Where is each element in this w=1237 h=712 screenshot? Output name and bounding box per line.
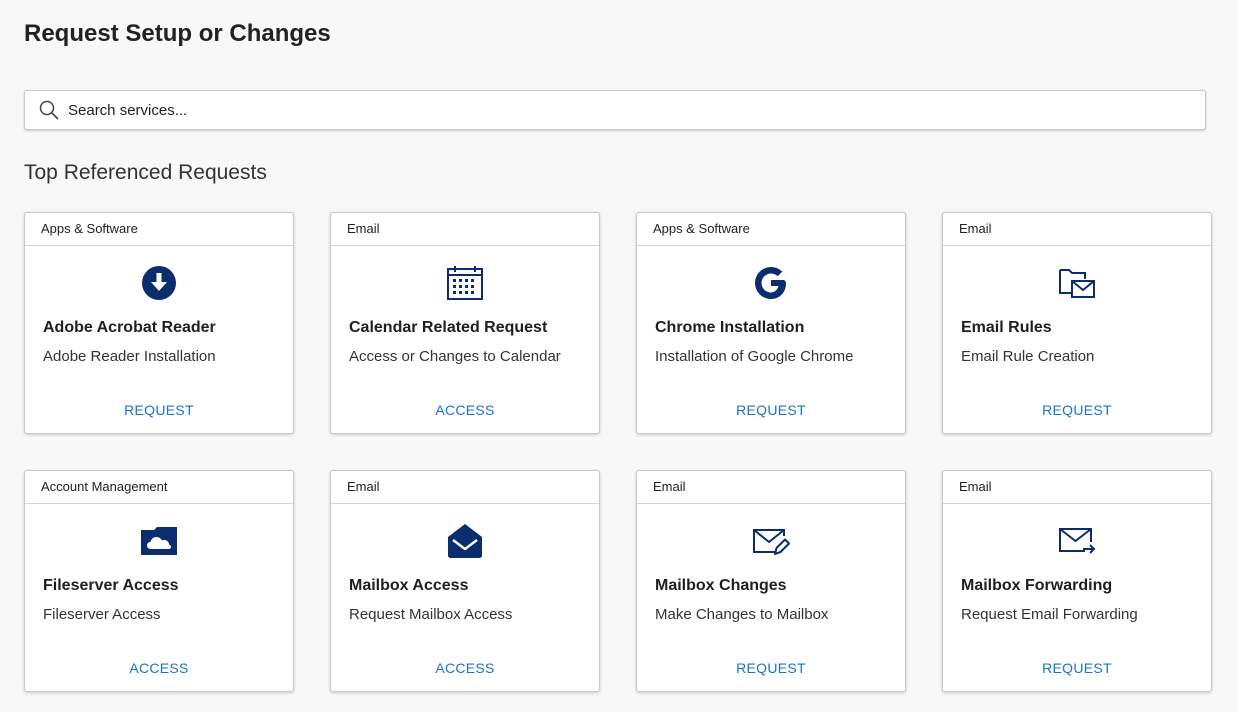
- card-description: Make Changes to Mailbox: [655, 606, 829, 623]
- request-button[interactable]: REQUEST: [943, 660, 1211, 676]
- card-description: Request Email Forwarding: [961, 606, 1138, 623]
- search-icon: [38, 99, 60, 121]
- envelope-edit-icon: [637, 521, 905, 561]
- card-category: Email: [331, 213, 599, 246]
- envelope-forward-icon: [943, 521, 1211, 561]
- card-category: Email: [943, 213, 1211, 246]
- card-category: Email: [943, 471, 1211, 504]
- page-title: Request Setup or Changes: [24, 20, 331, 47]
- card-category: Apps & Software: [637, 213, 905, 246]
- request-card-mailbox-forwarding[interactable]: Email Mailbox Forwarding Request Email F…: [942, 470, 1212, 692]
- request-card-fileserver-access[interactable]: Account Management Fileserver Access Fil…: [24, 470, 294, 692]
- card-description: Email Rule Creation: [961, 348, 1095, 365]
- request-card-chrome-installation[interactable]: Apps & Software Chrome Installation Inst…: [636, 212, 906, 434]
- open-envelope-icon: [331, 521, 599, 561]
- card-title: Email Rules: [961, 319, 1052, 336]
- request-card-mailbox-changes[interactable]: Email Mailbox Changes Make Changes to Ma…: [636, 470, 906, 692]
- calendar-icon: [331, 263, 599, 303]
- card-title: Mailbox Forwarding: [961, 577, 1113, 594]
- card-title: Calendar Related Request: [349, 319, 548, 336]
- cloud-folder-icon: [25, 521, 293, 561]
- access-button[interactable]: ACCESS: [25, 660, 293, 676]
- card-description: Adobe Reader Installation: [43, 348, 216, 365]
- search-input[interactable]: [68, 91, 1205, 129]
- request-card-adobe-acrobat-reader[interactable]: Apps & Software Adobe Acrobat Reader Ado…: [24, 212, 294, 434]
- card-title: Chrome Installation: [655, 319, 805, 336]
- card-description: Fileserver Access: [43, 606, 161, 623]
- download-icon: [25, 263, 293, 303]
- card-description: Access or Changes to Calendar: [349, 348, 561, 365]
- card-category: Account Management: [25, 471, 293, 504]
- request-card-mailbox-access[interactable]: Email Mailbox Access Request Mailbox Acc…: [330, 470, 600, 692]
- section-title: Top Referenced Requests: [24, 161, 267, 184]
- request-button[interactable]: REQUEST: [637, 660, 905, 676]
- request-button[interactable]: REQUEST: [943, 402, 1211, 418]
- request-card-email-rules[interactable]: Email Email Rules Email Rule Creation RE…: [942, 212, 1212, 434]
- access-button[interactable]: ACCESS: [331, 660, 599, 676]
- card-title: Adobe Acrobat Reader: [43, 319, 216, 336]
- access-button[interactable]: ACCESS: [331, 402, 599, 418]
- card-title: Fileserver Access: [43, 577, 179, 594]
- card-description: Installation of Google Chrome: [655, 348, 854, 365]
- card-category: Email: [331, 471, 599, 504]
- request-card-grid: Apps & Software Adobe Acrobat Reader Ado…: [24, 212, 1214, 692]
- card-title: Mailbox Access: [349, 577, 469, 594]
- google-icon: [637, 263, 905, 303]
- request-button[interactable]: REQUEST: [637, 402, 905, 418]
- request-button[interactable]: REQUEST: [25, 402, 293, 418]
- search-bar[interactable]: [24, 90, 1206, 130]
- request-card-calendar-related-request[interactable]: Email Calendar Related Request Access or…: [330, 212, 600, 434]
- card-category: Apps & Software: [25, 213, 293, 246]
- card-title: Mailbox Changes: [655, 577, 787, 594]
- card-category: Email: [637, 471, 905, 504]
- folder-mail-icon: [943, 263, 1211, 303]
- card-description: Request Mailbox Access: [349, 606, 513, 623]
